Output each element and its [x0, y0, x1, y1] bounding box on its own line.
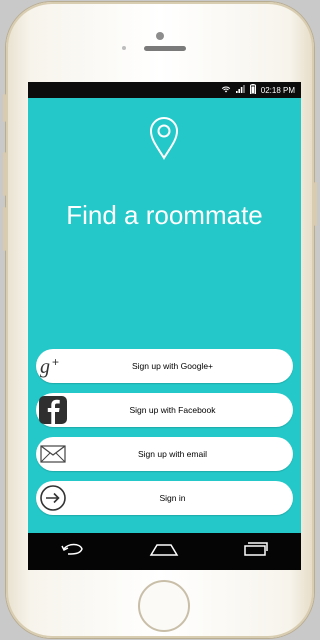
app-screen: 02:18 PM Find a roommate g + Sign up with…	[28, 82, 301, 570]
sign-in-button[interactable]: Sign in	[36, 481, 293, 515]
battery-icon	[249, 84, 256, 96]
home-icon[interactable]	[149, 541, 179, 562]
front-camera	[156, 32, 164, 40]
svg-text:g: g	[40, 356, 50, 378]
android-nav-bar	[28, 533, 301, 570]
location-pin-icon	[148, 116, 180, 165]
facebook-signup-label: Sign up with Facebook	[129, 405, 216, 415]
email-signup-button[interactable]: Sign up with email	[36, 437, 293, 471]
back-icon[interactable]	[60, 541, 86, 562]
email-icon	[38, 439, 68, 469]
sign-in-label: Sign in	[159, 493, 186, 503]
page-title: Find a roommate	[66, 200, 263, 230]
signal-icon	[235, 85, 245, 95]
power-button	[314, 182, 317, 226]
volume-down-button	[3, 152, 6, 196]
home-button[interactable]	[138, 580, 190, 632]
facebook-signup-button[interactable]: Sign up with Facebook	[36, 393, 293, 427]
google-plus-signup-label: Sign up with Google+	[131, 361, 214, 371]
proximity-sensor	[122, 46, 126, 50]
recent-apps-icon[interactable]	[243, 541, 269, 562]
email-signup-label: Sign up with email	[138, 449, 207, 459]
google-plus-icon: g +	[38, 351, 68, 381]
google-plus-signup-button[interactable]: g + Sign up with Google+	[36, 349, 293, 383]
sign-in-icon	[38, 483, 68, 513]
wifi-icon	[221, 85, 231, 95]
earpiece-speaker	[144, 46, 186, 51]
status-bar: 02:18 PM	[28, 82, 301, 98]
facebook-icon	[38, 395, 68, 425]
mute-switch	[3, 207, 6, 251]
volume-up-button	[3, 94, 6, 122]
status-time: 02:18 PM	[260, 85, 295, 95]
svg-text:+: +	[52, 355, 59, 369]
